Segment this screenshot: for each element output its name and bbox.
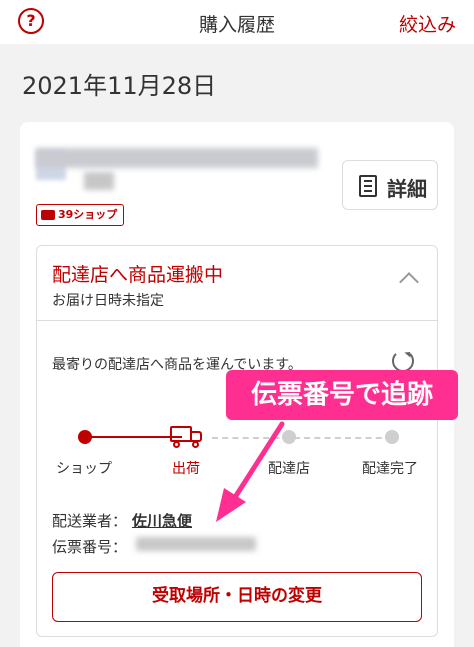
- tracking-number-blurred: [136, 537, 256, 551]
- change-delivery-button[interactable]: 受取場所・日時の変更: [52, 572, 422, 622]
- carrier-link[interactable]: 佐川急便: [132, 510, 192, 531]
- tracking-number-label: 伝票番号：: [52, 538, 128, 556]
- carrier-label: 配送業者：: [52, 512, 128, 530]
